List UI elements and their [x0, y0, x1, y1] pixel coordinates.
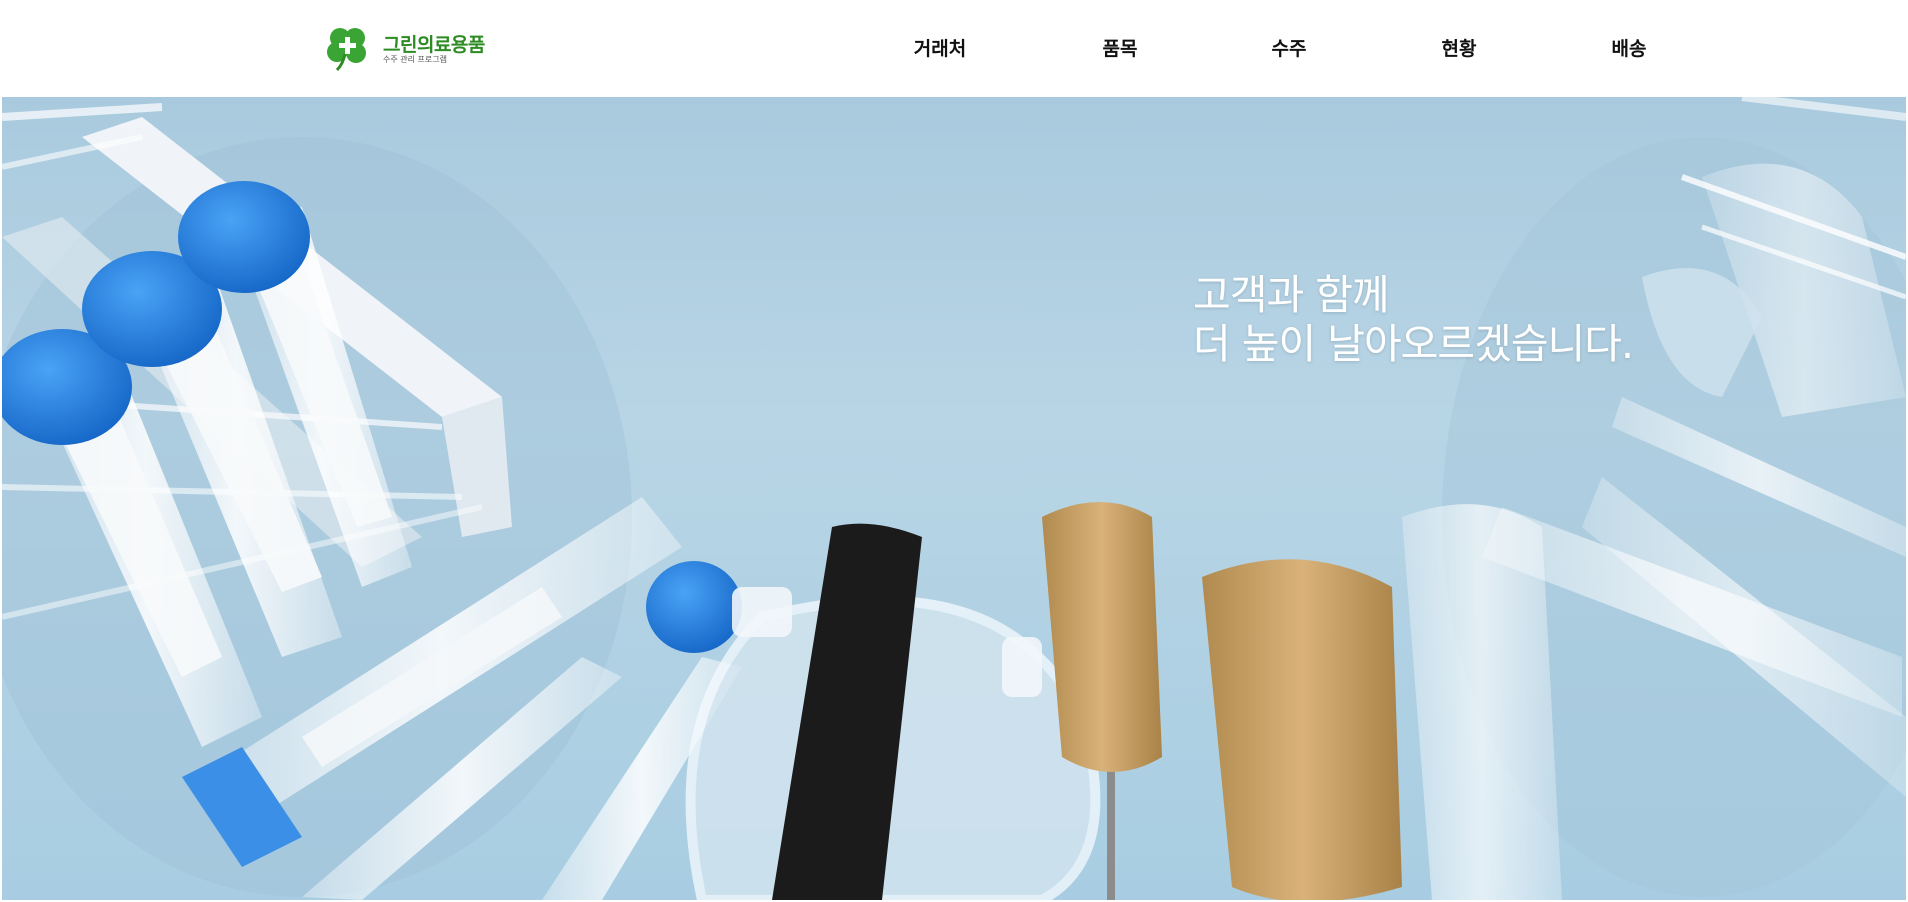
- site-header: 그린의료용품 수주 관리 프로그램 거래처 품목 수주 현황 배송: [0, 0, 1908, 97]
- main-nav: 거래처 품목 수주 현황 배송: [0, 0, 1908, 97]
- hero-slogan-line2: 더 높이 날아오르겠습니다.: [1193, 320, 1634, 368]
- nav-item-orders[interactable]: 수주: [1272, 34, 1307, 61]
- nav-item-clients[interactable]: 거래처: [914, 34, 966, 61]
- hero-slogan: 고객과 함께 더 높이 날아오르겠습니다.: [1193, 271, 1634, 369]
- laboratory-equipment-photo: [2, 97, 1906, 900]
- hero-slogan-line1: 고객과 함께: [1193, 271, 1390, 319]
- nav-item-status[interactable]: 현황: [1442, 34, 1477, 61]
- hero-banner: 고객과 함께 더 높이 날아오르겠습니다.: [2, 97, 1906, 900]
- nav-item-delivery[interactable]: 배송: [1612, 34, 1647, 61]
- nav-item-products[interactable]: 품목: [1103, 34, 1138, 61]
